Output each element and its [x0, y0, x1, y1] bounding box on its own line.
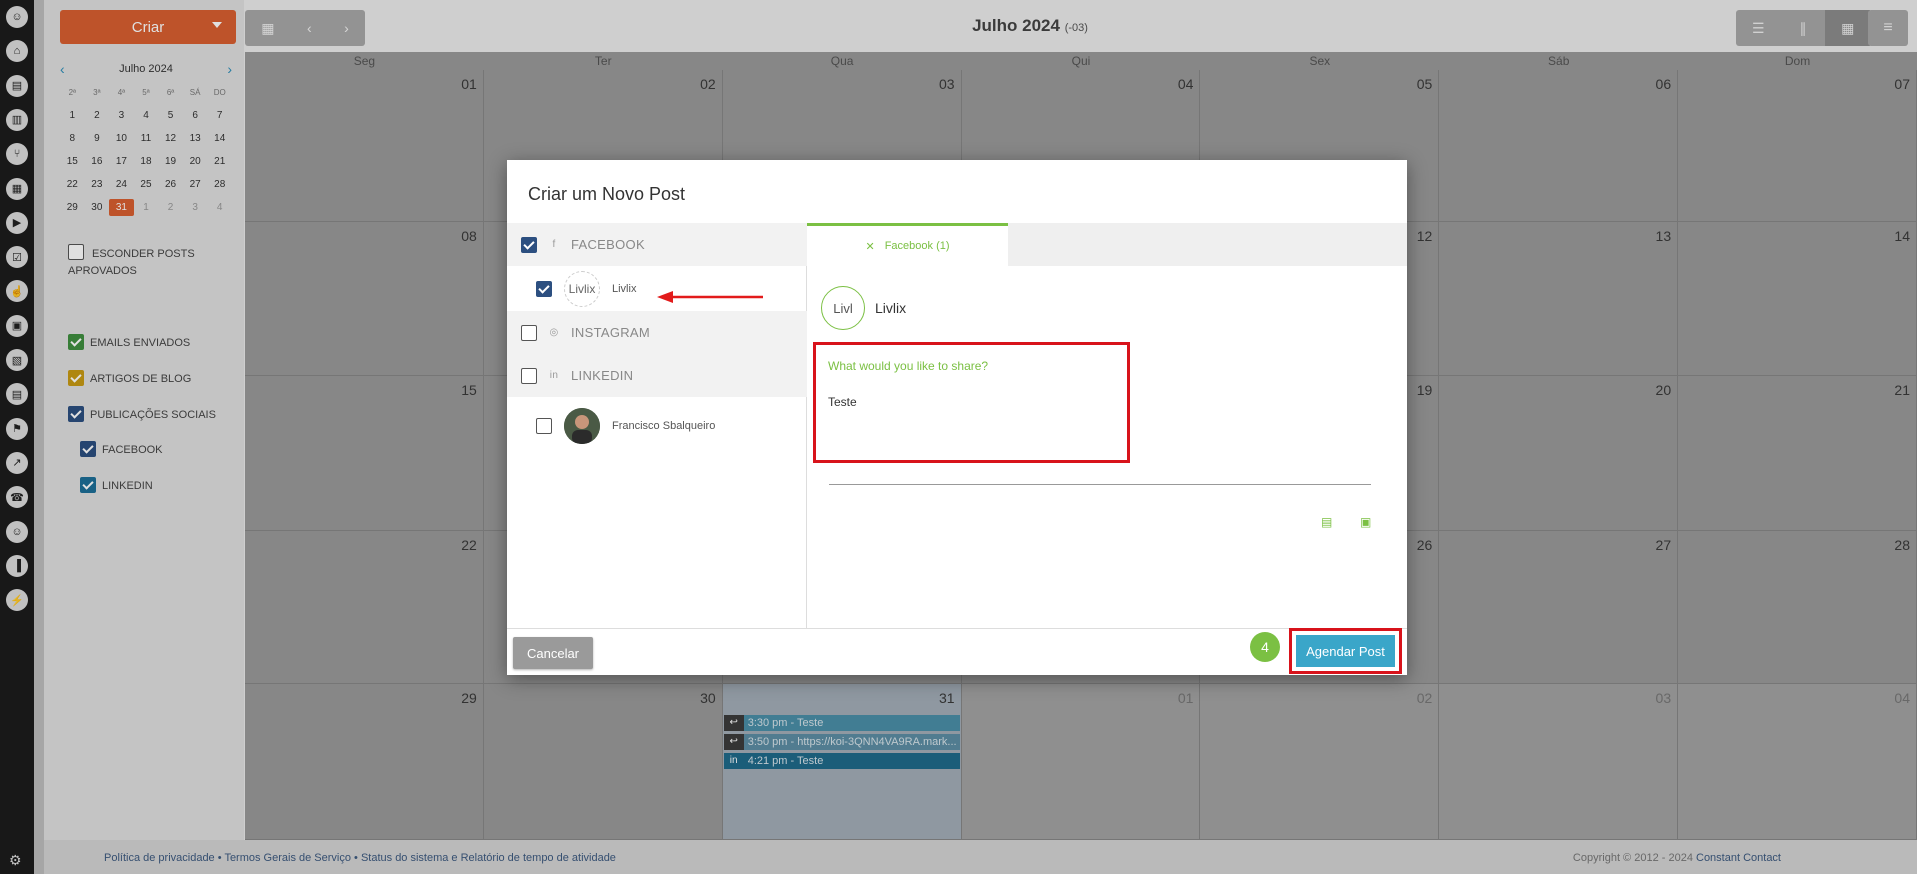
profile-name: Livlix — [875, 300, 907, 316]
network-linkedin-label: LINKEDIN — [571, 368, 634, 383]
create-post-modal: Criar um Novo Post f FACEBOOK Livlix Liv… — [507, 160, 1407, 675]
account-name: Livlix — [612, 282, 637, 295]
tab-facebook-label: Facebook (1) — [884, 240, 950, 252]
checkbox[interactable] — [521, 236, 537, 253]
network-linkedin[interactable]: in LINKEDIN — [507, 354, 807, 397]
image-icon[interactable]: ▣ — [1360, 515, 1371, 529]
step-badge: 4 — [1250, 632, 1280, 662]
checkbox[interactable] — [521, 367, 537, 384]
cancel-label: Cancelar — [526, 645, 580, 661]
network-instagram[interactable]: ◎ INSTAGRAM — [507, 311, 807, 354]
avatar — [564, 407, 600, 444]
composer-divider — [829, 484, 1371, 485]
avatar-alt-text: Livl — [833, 300, 853, 316]
modal-title: Criar um Novo Post — [528, 184, 686, 204]
account-livlix[interactable]: Livlix Livlix — [507, 266, 807, 311]
post-composer[interactable]: What would you like to share? Teste — [813, 342, 1130, 463]
linkedin-icon: in — [549, 370, 559, 381]
instagram-icon: ◎ — [549, 327, 559, 338]
checkbox[interactable] — [521, 324, 537, 341]
facebook-icon: f — [552, 239, 556, 250]
avatar-alt-text: Livlix — [568, 281, 596, 296]
account-name: Francisco Sbalqueiro — [612, 419, 716, 432]
account-francisco[interactable]: Francisco Sbalqueiro — [507, 403, 807, 448]
schedule-post-button[interactable]: Agendar Post — [1296, 635, 1395, 667]
link-icon: ✕ — [865, 240, 875, 253]
tab-bar: ✕ Facebook (1) — [807, 223, 1407, 266]
video-icon[interactable]: ▤ — [1321, 515, 1332, 529]
schedule-post-label: Agendar Post — [1306, 643, 1385, 659]
annotation-arrow — [657, 291, 763, 303]
post-editor: ✕ Facebook (1) Livl Livlix What would yo… — [807, 223, 1407, 628]
network-instagram-label: INSTAGRAM — [571, 325, 651, 340]
tab-facebook[interactable]: ✕ Facebook (1) — [807, 223, 1008, 266]
cancel-button[interactable]: Cancelar — [513, 637, 593, 669]
avatar: Livlix — [564, 270, 600, 307]
network-facebook[interactable]: f FACEBOOK — [507, 223, 807, 266]
composer-placeholder: What would you like to share? — [828, 359, 989, 373]
app-root: ☺ ⌂ ▤ ▥ ⑂ ▦ ▶ ☑ ☝ ▣ ▧ ▤ ⚑ ↗ ☎ ☺ ▐ ⚡ ⚙ Criar ‹ Julho 2024 ›… — [0, 0, 1917, 874]
modal-footer: Cancelar 4 Agendar Post — [507, 628, 1407, 675]
checkbox[interactable] — [536, 417, 552, 434]
submit-highlight: Agendar Post — [1289, 628, 1402, 674]
network-facebook-label: FACEBOOK — [571, 237, 645, 252]
post-profile: Livl Livlix — [821, 286, 906, 330]
avatar-photo — [564, 407, 600, 444]
avatar: Livl — [821, 286, 865, 330]
checkbox[interactable] — [536, 280, 552, 297]
network-list: f FACEBOOK Livlix Livlix ◎ INSTAGRAM in … — [507, 223, 807, 628]
composer-text[interactable]: Teste — [828, 395, 857, 409]
